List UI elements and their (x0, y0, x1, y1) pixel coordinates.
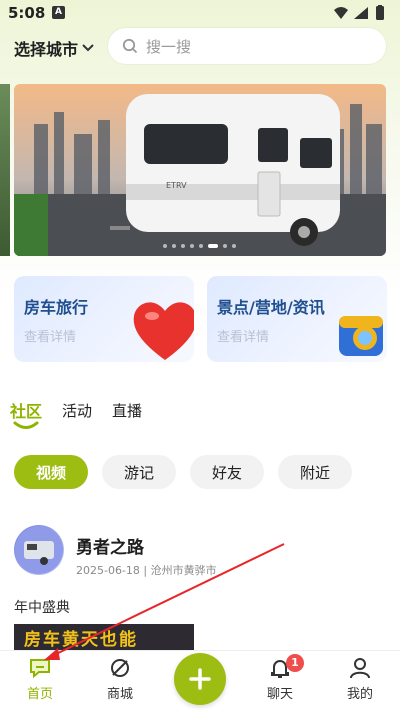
banner-dot-active (208, 244, 218, 248)
nav-label: 商城 (106, 687, 133, 702)
tab-live[interactable]: 直播 (112, 400, 142, 421)
chat-badge: 1 (286, 654, 304, 672)
banner-dot (172, 244, 176, 248)
nav-item-mall[interactable]: 商城 (90, 657, 150, 702)
banner-pagination (163, 244, 236, 248)
tab-community[interactable]: 社区 (10, 398, 42, 422)
system-status-icons (334, 5, 384, 20)
nav-item-home[interactable]: 首页 (10, 657, 70, 702)
banner-image: ETRV (14, 84, 386, 256)
banner-dot (223, 244, 227, 248)
notification-icon: A (52, 6, 65, 19)
city-selector[interactable]: 选择城市 (14, 36, 94, 60)
banner-carousel[interactable]: ETRV (14, 84, 386, 256)
filter-chips: 视频 游记 好友 附近 (14, 455, 352, 489)
active-tab-indicator (13, 421, 39, 429)
search-input[interactable]: 搜一搜 (108, 28, 386, 64)
add-post-button[interactable] (174, 653, 226, 705)
avatar-image (15, 526, 63, 574)
status-time: 5:08 (8, 4, 46, 22)
plus-icon (189, 668, 211, 690)
signal-icon (354, 7, 368, 19)
nav-label: 我的 (346, 687, 373, 702)
nav-item-profile[interactable]: 我的 (330, 657, 390, 702)
camera-icon (339, 316, 383, 356)
nav-label: 聊天 (266, 687, 293, 702)
banner-previous-slide (0, 84, 10, 256)
post-thumbnail-text: 房车黄天也能 (24, 630, 138, 650)
banner-dot (163, 244, 167, 248)
post-author[interactable]: 勇者之路 (76, 533, 144, 558)
city-selector-label: 选择城市 (14, 40, 79, 59)
feature-card-title: 房车旅行 (24, 298, 89, 317)
banner-dot (181, 244, 185, 248)
post-title[interactable]: 年中盛典 (14, 597, 70, 617)
wifi-icon (334, 7, 348, 19)
post-meta: 2025-06-18 | 沧州市黄骅市 (76, 564, 217, 577)
banner-caption: ETRV (166, 181, 187, 190)
banner-dot (190, 244, 194, 248)
chevron-down-icon (82, 44, 94, 52)
home-chat-icon (30, 659, 50, 679)
filter-chip-travelogue[interactable]: 游记 (102, 455, 176, 489)
feature-card-attractions[interactable]: 景点/营地/资讯 查看详情 (207, 276, 387, 362)
banner-dot (232, 244, 236, 248)
filter-chip-nearby[interactable]: 附近 (278, 455, 352, 489)
search-icon (122, 38, 138, 54)
avatar[interactable] (14, 525, 64, 575)
heart-icon (133, 302, 194, 360)
feature-card-subtitle: 查看详情 (217, 330, 270, 345)
filter-chip-friends[interactable]: 好友 (190, 455, 264, 489)
banner-dot (199, 244, 203, 248)
mall-icon (111, 659, 129, 677)
status-bar: 5:08 A (0, 0, 400, 26)
feature-card-title: 景点/营地/资讯 (217, 298, 325, 317)
person-icon (350, 658, 370, 679)
battery-icon (376, 6, 384, 20)
search-placeholder: 搜一搜 (146, 37, 192, 56)
section-tabs: 社区 活动 直播 (10, 398, 142, 422)
post-thumbnail[interactable]: 房车黄天也能 (14, 624, 194, 650)
nav-label: 首页 (26, 687, 53, 702)
filter-chip-video[interactable]: 视频 (14, 455, 88, 489)
feature-card-subtitle: 查看详情 (24, 330, 77, 345)
feature-card-rv-travel[interactable]: 房车旅行 查看详情 (14, 276, 194, 362)
tab-activities[interactable]: 活动 (62, 400, 92, 421)
